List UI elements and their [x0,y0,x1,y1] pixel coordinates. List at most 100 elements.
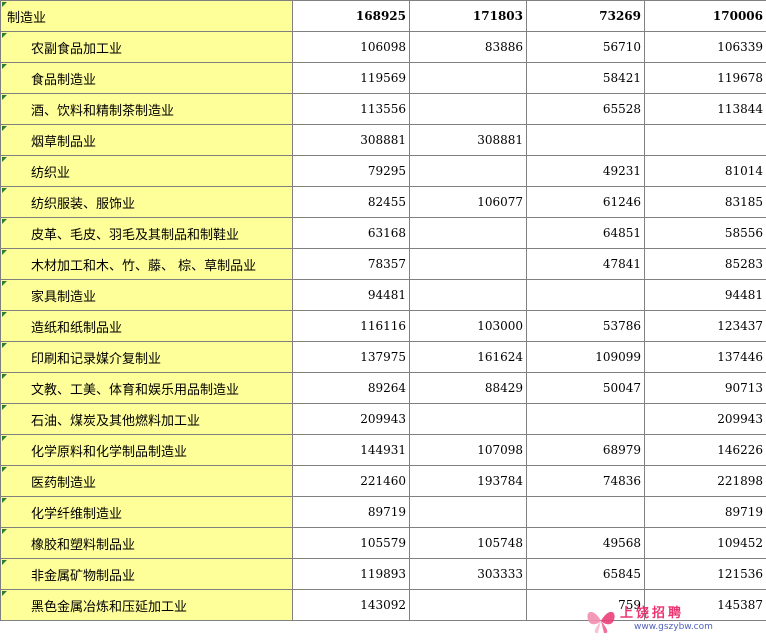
cell-value-4[interactable]: 221898 [644,465,766,497]
cell-value-2[interactable] [409,155,527,187]
cell-value-3[interactable]: 53786 [526,310,645,342]
cell-category-name[interactable]: 烟草制品业 [0,124,293,156]
cell-value-4[interactable]: 83185 [644,186,766,218]
cell-value-2[interactable]: 88429 [409,372,527,404]
cell-value-3[interactable]: 49568 [526,527,645,559]
cell-category-name[interactable]: 文教、工美、体育和娱乐用品制造业 [0,372,293,404]
cell-header-value-1[interactable]: 168925 [292,0,410,32]
cell-value-1[interactable]: 116116 [292,310,410,342]
cell-value-1[interactable]: 308881 [292,124,410,156]
cell-value-1[interactable]: 105579 [292,527,410,559]
cell-value-3[interactable]: 65845 [526,558,645,590]
cell-value-2[interactable] [409,279,527,311]
cell-value-3[interactable] [526,279,645,311]
cell-value-2[interactable]: 303333 [409,558,527,590]
cell-value-3[interactable]: 49231 [526,155,645,187]
cell-category-name[interactable]: 印刷和记录媒介复制业 [0,341,293,373]
cell-value-1[interactable]: 78357 [292,248,410,280]
cell-value-2[interactable]: 308881 [409,124,527,156]
cell-header-value-2[interactable]: 171803 [409,0,527,32]
cell-value-2[interactable]: 83886 [409,31,527,63]
cell-value-4[interactable]: 81014 [644,155,766,187]
cell-category-name[interactable]: 农副食品加工业 [0,31,293,63]
cell-value-1[interactable]: 119893 [292,558,410,590]
cell-value-4[interactable]: 137446 [644,341,766,373]
cell-category-name[interactable]: 非金属矿物制品业 [0,558,293,590]
cell-value-4[interactable]: 121536 [644,558,766,590]
cell-value-4[interactable] [644,124,766,156]
cell-value-2[interactable] [409,217,527,249]
cell-value-3[interactable]: 759 [526,589,645,621]
cell-value-1[interactable]: 82455 [292,186,410,218]
cell-category-name[interactable]: 纺织业 [0,155,293,187]
cell-value-3[interactable] [526,403,645,435]
cell-category-name[interactable]: 家具制造业 [0,279,293,311]
cell-value-3[interactable]: 68979 [526,434,645,466]
cell-value-4[interactable]: 123437 [644,310,766,342]
cell-value-2[interactable] [409,403,527,435]
cell-category-name[interactable]: 造纸和纸制品业 [0,310,293,342]
cell-value-2[interactable] [409,496,527,528]
cell-category-name[interactable]: 酒、饮料和精制茶制造业 [0,93,293,125]
cell-value-4[interactable]: 89719 [644,496,766,528]
cell-value-3[interactable] [526,496,645,528]
cell-value-1[interactable]: 89264 [292,372,410,404]
cell-value-1[interactable]: 144931 [292,434,410,466]
cell-value-4[interactable]: 209943 [644,403,766,435]
cell-value-4[interactable]: 146226 [644,434,766,466]
cell-value-3[interactable]: 50047 [526,372,645,404]
cell-category-name[interactable]: 橡胶和塑料制品业 [0,527,293,559]
cell-value-1[interactable]: 94481 [292,279,410,311]
cell-value-2[interactable] [409,93,527,125]
cell-category-name[interactable]: 木材加工和木、竹、藤、 棕、草制品业 [0,248,293,280]
cell-value-1[interactable]: 119569 [292,62,410,94]
cell-value-1[interactable]: 137975 [292,341,410,373]
cell-category-name[interactable]: 石油、煤炭及其他燃料加工业 [0,403,293,435]
cell-value-3[interactable]: 64851 [526,217,645,249]
cell-value-4[interactable]: 58556 [644,217,766,249]
cell-value-1[interactable]: 143092 [292,589,410,621]
cell-value-4[interactable]: 109452 [644,527,766,559]
cell-value-4[interactable]: 119678 [644,62,766,94]
cell-value-2[interactable]: 161624 [409,341,527,373]
cell-value-2[interactable]: 103000 [409,310,527,342]
cell-header-value-4[interactable]: 170006 [644,0,766,32]
cell-value-3[interactable] [526,124,645,156]
cell-category-name[interactable]: 医药制造业 [0,465,293,497]
cell-category-name[interactable]: 化学原料和化学制品制造业 [0,434,293,466]
cell-category-name[interactable]: 纺织服装、服饰业 [0,186,293,218]
cell-category-name[interactable]: 黑色金属冶炼和压延加工业 [0,589,293,621]
cell-value-4[interactable]: 85283 [644,248,766,280]
cell-value-4[interactable]: 94481 [644,279,766,311]
cell-value-2[interactable]: 105748 [409,527,527,559]
cell-value-3[interactable]: 61246 [526,186,645,218]
cell-value-4[interactable]: 113844 [644,93,766,125]
cell-value-3[interactable]: 58421 [526,62,645,94]
cell-value-3[interactable]: 109099 [526,341,645,373]
cell-value-1[interactable]: 89719 [292,496,410,528]
cell-category-name[interactable]: 皮革、毛皮、羽毛及其制品和制鞋业 [0,217,293,249]
cell-value-3[interactable]: 47841 [526,248,645,280]
cell-value-2[interactable] [409,62,527,94]
cell-value-1[interactable]: 221460 [292,465,410,497]
cell-value-1[interactable]: 113556 [292,93,410,125]
cell-value-2[interactable] [409,589,527,621]
cell-value-2[interactable]: 107098 [409,434,527,466]
cell-value-4[interactable]: 106339 [644,31,766,63]
cell-value-1[interactable]: 63168 [292,217,410,249]
cell-value-2[interactable] [409,248,527,280]
cell-value-3[interactable]: 56710 [526,31,645,63]
cell-value-1[interactable]: 106098 [292,31,410,63]
cell-value-3[interactable]: 65528 [526,93,645,125]
cell-category-name[interactable]: 化学纤维制造业 [0,496,293,528]
cell-value-4[interactable]: 90713 [644,372,766,404]
cell-header-label[interactable]: 制造业 [0,0,293,32]
cell-value-4[interactable]: 145387 [644,589,766,621]
cell-value-3[interactable]: 74836 [526,465,645,497]
cell-value-1[interactable]: 209943 [292,403,410,435]
cell-value-2[interactable]: 106077 [409,186,527,218]
cell-value-1[interactable]: 79295 [292,155,410,187]
cell-category-name[interactable]: 食品制造业 [0,62,293,94]
cell-value-2[interactable]: 193784 [409,465,527,497]
cell-header-value-3[interactable]: 73269 [526,0,645,32]
